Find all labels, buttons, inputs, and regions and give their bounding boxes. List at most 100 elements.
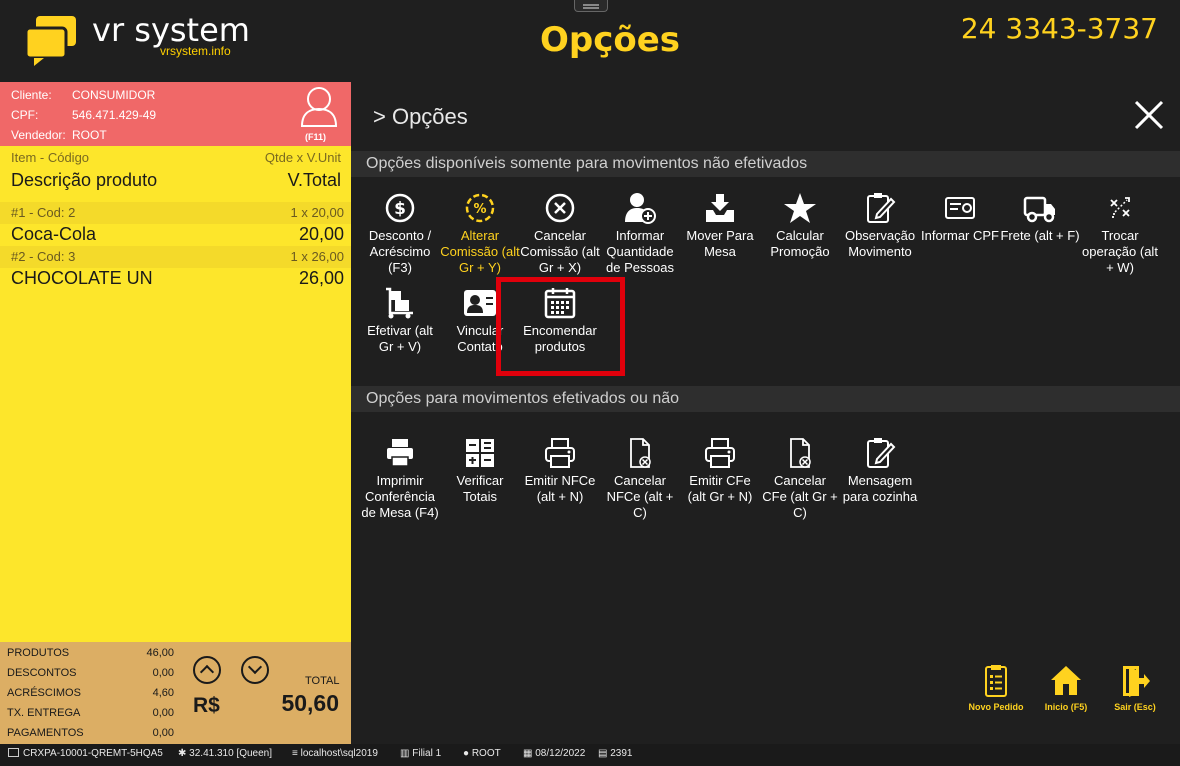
- status-bar: CRXPA-10001-QREMT-5HQA5 ✱ 32.41.310 [Que…: [0, 744, 1180, 766]
- branch-text: Filial 1: [412, 748, 442, 759]
- option-discount[interactable]: $ Desconto / Acréscimo (F3): [360, 192, 440, 276]
- dollar-circle-icon: $: [385, 193, 415, 223]
- option-print-table-check[interactable]: Imprimir Conferência de Mesa (F4): [360, 437, 440, 521]
- exit-button[interactable]: Sair (Esc): [1100, 664, 1170, 712]
- option-issue-cfe[interactable]: Emitir CFe (alt Gr + N): [680, 437, 760, 505]
- option-label: Calcular Promoção: [770, 228, 830, 259]
- grand-total-label: TOTAL: [305, 675, 340, 687]
- col-qty-unit: Qtde x V.Unit: [264, 150, 341, 165]
- total-payments-value: 0,00: [152, 727, 174, 739]
- hash-icon: ▤: [598, 748, 611, 759]
- option-check-totals[interactable]: Verificar Totais: [440, 437, 520, 505]
- option-move-table[interactable]: Mover Para Mesa: [680, 192, 760, 260]
- client-row: Cliente: CONSUMIDOR: [11, 88, 155, 102]
- database-icon: ≡: [292, 748, 301, 759]
- col-total: V.Total: [287, 170, 341, 190]
- cpf-label: CPF:: [11, 108, 39, 122]
- list-item[interactable]: #2 - Cod: 3 1 x 26,00 CHOCOLATE UN 26,00: [0, 246, 351, 290]
- customer-shortcut: (F11): [305, 132, 327, 142]
- option-label: Efetivar (alt Gr + V): [367, 323, 433, 354]
- file-cancel-icon: [630, 438, 651, 468]
- terminal-status: CRXPA-10001-QREMT-5HQA5: [8, 748, 163, 759]
- database-text: localhost\sql2019: [300, 748, 378, 759]
- client-value: CONSUMIDOR: [72, 88, 156, 102]
- highlight-box: [496, 277, 625, 376]
- option-label: Trocar operação (alt + W): [1082, 228, 1158, 275]
- option-issue-nfce[interactable]: Emitir NFCe (alt + N): [520, 437, 600, 505]
- seller-row: Vendedor: ROOT: [11, 128, 107, 142]
- option-label: Cancelar Comissão (alt Gr + X): [520, 228, 600, 275]
- option-inform-cpf[interactable]: Informar CPF: [920, 192, 1000, 244]
- section-header-pending: Opções disponíveis somente para moviment…: [351, 151, 1180, 177]
- col-item-code: Item - Código: [11, 150, 90, 165]
- option-label: Observação Movimento: [844, 228, 916, 259]
- option-cancel-commission[interactable]: Cancelar Comissão (alt Gr + X): [520, 192, 600, 276]
- printer-icon: [387, 439, 413, 467]
- option-label: Desconto / Acréscimo (F3): [368, 228, 432, 275]
- item-code: #1 - Cod: 2: [11, 205, 76, 220]
- grand-total-value: 50,60: [281, 690, 339, 716]
- option-cancel-nfce[interactable]: Cancelar NFCe (alt + C): [600, 437, 680, 521]
- option-label: Alterar Comissão (alt Gr + Y): [440, 228, 520, 275]
- option-kitchen-message[interactable]: Mensagem para cozinha: [840, 437, 920, 505]
- number-status: ▤ 2391: [598, 748, 632, 759]
- scroll-down-button[interactable]: [241, 656, 269, 684]
- user-status: ● ROOT: [463, 748, 501, 759]
- option-label: Imprimir Conferência de Mesa (F4): [361, 473, 439, 520]
- version-text: 32.41.310 [Queen]: [189, 748, 273, 759]
- number-text: 2391: [610, 748, 633, 759]
- option-label: Verificar Totais: [456, 473, 504, 504]
- item-qty: 1 x 20,00: [290, 205, 345, 220]
- total-surcharges-value: 4,60: [152, 687, 174, 699]
- cpf-row: CPF: 546.471.429-49: [11, 108, 156, 122]
- item-code: #2 - Cod: 3: [11, 249, 76, 264]
- percent-circle-icon: %: [465, 193, 495, 223]
- scroll-up-button[interactable]: [193, 656, 221, 684]
- home-icon: [1051, 666, 1081, 695]
- option-label: Mensagem para cozinha: [842, 473, 918, 504]
- option-promotion[interactable]: Calcular Promoção: [760, 192, 840, 260]
- star-icon: [784, 193, 816, 223]
- close-icon[interactable]: [1134, 100, 1164, 130]
- customer-info[interactable]: Cliente: CONSUMIDOR CPF: 546.471.429-49 Ve…: [0, 82, 351, 146]
- client-label: Cliente:: [11, 88, 52, 102]
- item-desc: Coca-Cola: [11, 224, 97, 244]
- list-item[interactable]: #1 - Cod: 2 1 x 20,00 Coca-Cola 20,00: [0, 202, 351, 246]
- bug-icon: ✱: [178, 748, 190, 759]
- currency-symbol: R$: [193, 694, 220, 717]
- option-cancel-cfe[interactable]: Cancelar CFe (alt Gr + C): [760, 437, 840, 521]
- exit-door-icon: [1123, 666, 1150, 697]
- option-finalize[interactable]: Efetivar (alt Gr + V): [360, 287, 440, 355]
- option-note[interactable]: Observação Movimento: [840, 192, 920, 260]
- user-icon: ●: [463, 748, 472, 759]
- option-freight[interactable]: Frete (alt + F): [1000, 192, 1080, 244]
- add-person-icon: [625, 193, 656, 224]
- date-text: 08/12/2022: [535, 748, 586, 759]
- home-label: Inicio (F5): [1044, 702, 1088, 712]
- version-status: ✱ 32.41.310 [Queen]: [178, 748, 272, 759]
- exit-label: Sair (Esc): [1114, 702, 1156, 712]
- swap-arrows-icon: [1110, 197, 1130, 218]
- item-desc: CHOCOLATE UN: [11, 268, 153, 288]
- col-description: Descrição produto: [11, 170, 158, 190]
- total-products-value: 46,00: [146, 647, 174, 659]
- user-avatar-icon[interactable]: [300, 85, 338, 127]
- top-bar: vr system vrsystem.info Opções 24 3343-3…: [0, 0, 1180, 82]
- option-change-operation[interactable]: Trocar operação (alt + W): [1080, 192, 1160, 276]
- new-order-button[interactable]: Novo Pedido: [961, 664, 1031, 712]
- option-people-count[interactable]: Informar Quantidade de Pessoas: [600, 192, 680, 276]
- window-grip-handle[interactable]: [574, 0, 608, 12]
- date-status: ▦ 08/12/2022: [523, 748, 585, 759]
- option-change-commission[interactable]: % Alterar Comissão (alt Gr + Y): [440, 192, 520, 276]
- home-button[interactable]: Inicio (F5): [1031, 664, 1101, 712]
- calculator-icon: [466, 439, 494, 467]
- computer-icon: [8, 748, 19, 757]
- database-status: ≡ localhost\sql2019: [292, 748, 378, 759]
- option-label: Emitir NFCe (alt + N): [524, 473, 596, 504]
- option-label: Cancelar CFe (alt Gr + C): [762, 473, 838, 520]
- terminal-id: CRXPA-10001-QREMT-5HQA5: [23, 748, 163, 759]
- option-label: Emitir CFe (alt Gr + N): [687, 473, 753, 504]
- printer-icon: [545, 438, 575, 468]
- option-label: Frete (alt + F): [1000, 228, 1080, 243]
- seller-label: Vendedor:: [11, 128, 66, 142]
